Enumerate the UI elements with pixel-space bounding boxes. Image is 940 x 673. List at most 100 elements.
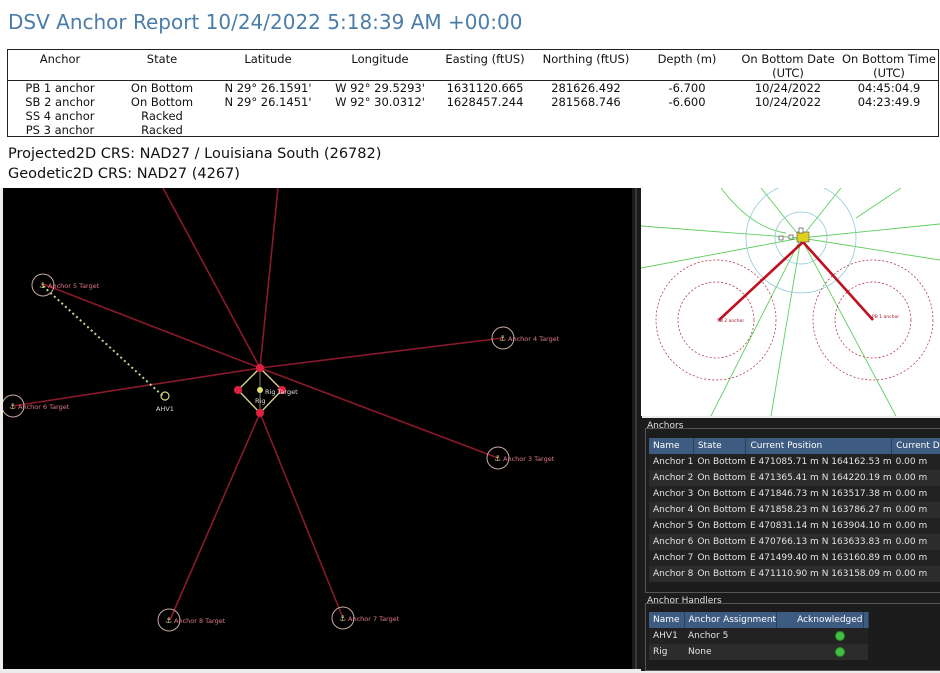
acknowledged-check-icon[interactable] <box>834 630 845 641</box>
ahv-icon <box>160 391 170 401</box>
projected-crs: Projected2D CRS: NAD27 / Louisiana South… <box>8 146 382 162</box>
survey-line <box>770 237 802 416</box>
cell: On Bottom <box>693 550 746 566</box>
col-anchor: Anchor <box>39 52 81 66</box>
rig[interactable]: Rig Target Rig <box>234 364 298 417</box>
report-area: DSV Anchor Report 10/24/2022 5:18:39 AM … <box>0 0 940 188</box>
table-row[interactable]: Anchor 7 On Bottom E 471499.40 m N 163160.… <box>649 550 940 566</box>
mini-labels: SB 2 anchor PB 1 anchor <box>717 314 899 324</box>
anchor-icon: ⚓ <box>165 616 172 625</box>
rig-marker <box>778 235 784 241</box>
mooring-line <box>802 241 874 321</box>
mooring-map[interactable]: ⚓ ⚓ ⚓ ⚓ ⚓ ⚓ Anchor 5 Target Anchor 4 Tar… <box>3 188 632 669</box>
cell: 0.00 m <box>891 454 940 470</box>
cell: 04:23:49.9 <box>857 95 921 109</box>
target-label[interactable]: Anchor 7 Target <box>348 615 400 623</box>
cell: Anchor 2 <box>649 470 694 486</box>
cell: W 92° 29.5293' <box>335 81 425 95</box>
col-current-position[interactable]: Current Position <box>745 438 893 454</box>
anchor-handlers-panel: Anchor Handlers Name Anchor Assignment A… <box>641 593 940 671</box>
cell: Anchor 5 <box>649 518 694 534</box>
col-on-bottom-date: On Bottom Date (UTC) <box>741 52 835 80</box>
target-labels: Anchor 5 Target Anchor 4 Target Anchor 6… <box>18 282 560 625</box>
col-longitude: Longitude <box>351 52 409 66</box>
cell: -6.600 <box>668 95 706 109</box>
col-anchor-assignment[interactable]: Anchor Assignment <box>684 612 778 628</box>
rig-marker <box>796 231 810 243</box>
rig-label: Rig <box>255 397 265 405</box>
cell: N 29° 26.1591' <box>224 81 312 95</box>
table-row[interactable]: Anchor 5 On Bottom E 470831.14 m N 163904.… <box>649 518 940 534</box>
col-on-bottom-time: On Bottom Time (UTC) <box>842 52 936 80</box>
anchor-icon: ⚓ <box>39 281 46 290</box>
cell: Racked <box>141 123 183 137</box>
cell: E 471846.73 m N 163517.38 m <box>745 486 892 502</box>
cell: Anchor 1 <box>649 454 694 470</box>
mini-mooring-lines <box>718 241 874 321</box>
survey-line <box>710 237 802 416</box>
cell: Rig <box>649 644 684 660</box>
cell: E 471365.41 m N 164220.19 m <box>745 470 892 486</box>
anchor-icon: ⚓ <box>9 402 16 411</box>
cell: 0.00 m <box>891 518 940 534</box>
table-row[interactable]: Rig None <box>649 644 869 660</box>
geodetic-crs: Geodetic2D CRS: NAD27 (4267) <box>8 166 240 182</box>
mooring-line <box>259 367 499 459</box>
mooring-line <box>259 337 504 369</box>
anchors-table: Name State Current Position Current Dept… <box>649 438 940 582</box>
cell: AHV1 <box>649 628 684 644</box>
survey-line <box>641 237 802 269</box>
cell: Anchor 6 <box>649 534 694 550</box>
cell: Anchor 4 <box>649 502 694 518</box>
mooring-line <box>169 412 261 621</box>
survey-line <box>800 237 897 416</box>
table-row[interactable]: Anchor 8 On Bottom E 471110.90 m N 163158.… <box>649 566 940 582</box>
anchor-label: PB 1 anchor <box>872 314 899 320</box>
cell: 10/24/2022 <box>754 95 822 109</box>
table-row[interactable]: Anchor 4 On Bottom E 471858.23 m N 163786.… <box>649 502 940 518</box>
col-easting: Easting (ftUS) <box>445 52 525 66</box>
cell: On Bottom <box>130 95 194 109</box>
handler-vessel[interactable]: AHV1 <box>156 391 174 413</box>
overview-map[interactable]: SB 2 anchor PB 1 anchor <box>641 188 940 416</box>
mooring-line <box>162 188 261 369</box>
cell: On Bottom <box>693 534 746 550</box>
target-label[interactable]: Anchor 6 Target <box>18 403 70 411</box>
cell: On Bottom <box>693 566 746 582</box>
rig-marker <box>798 227 804 234</box>
table-row[interactable]: Anchor 3 On Bottom E 471846.73 m N 163517.… <box>649 486 940 502</box>
col-name[interactable]: Name <box>649 438 694 454</box>
cell: E 471110.90 m N 163158.09 m <box>745 566 892 582</box>
cell: 0.00 m <box>891 550 940 566</box>
report-title: DSV Anchor Report 10/24/2022 5:18:39 AM … <box>8 10 523 34</box>
handler-track <box>42 285 164 397</box>
green-lines <box>641 188 940 416</box>
target-label[interactable]: Anchor 3 Target <box>503 455 555 463</box>
fairlead-marker <box>256 364 264 372</box>
col-state[interactable]: State <box>693 438 747 454</box>
col-current-depth[interactable]: Current Depth <box>891 438 940 454</box>
cell: Anchor 3 <box>649 486 694 502</box>
table-row[interactable]: Anchor 6 On Bottom E 470766.13 m N 163633.… <box>649 534 940 550</box>
table-row[interactable]: Anchor 2 On Bottom E 471365.41 m N 164220.… <box>649 470 940 486</box>
table-row[interactable]: Anchor 1 On Bottom E 471085.71 m N 164162.… <box>649 454 940 470</box>
cell: -6.700 <box>668 81 706 95</box>
target-label[interactable]: Anchor 4 Target <box>508 335 560 343</box>
cell: E 471858.23 m N 163786.27 m <box>745 502 892 518</box>
fairlead-marker <box>234 386 242 394</box>
cell: On Bottom <box>693 518 746 534</box>
rig-center-marker <box>257 387 263 393</box>
cell: 0.00 m <box>891 566 940 582</box>
target-label[interactable]: Anchor 5 Target <box>48 282 100 290</box>
col-northing: Northing (ftUS) <box>542 52 630 66</box>
mooring-line <box>259 412 344 619</box>
cell: 04:45:04.9 <box>857 81 921 95</box>
table-row[interactable]: AHV1 Anchor 5 <box>649 628 869 644</box>
col-acknowledged[interactable]: Acknowledged <box>776 612 864 628</box>
acknowledged-check-icon[interactable] <box>834 646 845 657</box>
target-label[interactable]: Anchor 8 Target <box>174 617 226 625</box>
mini-rig <box>778 227 810 243</box>
cell: 1628457.244 <box>446 95 524 109</box>
col-name[interactable]: Name <box>649 612 685 628</box>
cell: None <box>684 644 777 660</box>
